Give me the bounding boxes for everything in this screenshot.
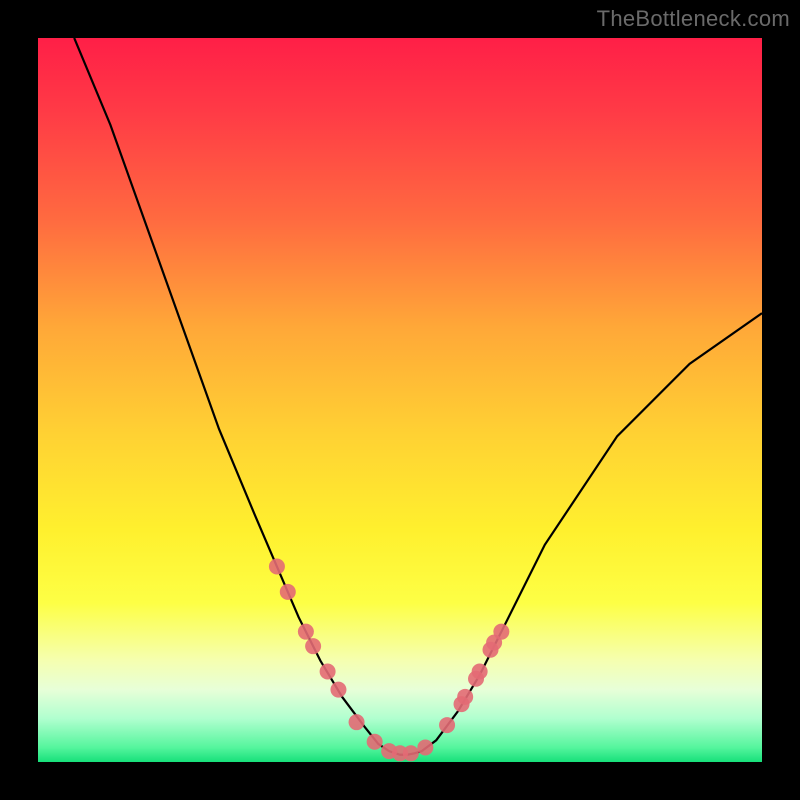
marker-group (269, 559, 509, 762)
marker-point (320, 664, 336, 680)
chart-plot-area (38, 38, 762, 762)
marker-point (457, 689, 473, 705)
watermark-text: TheBottleneck.com (597, 6, 790, 32)
marker-point (298, 624, 314, 640)
bottleneck-curve (74, 38, 762, 755)
marker-point (269, 559, 285, 575)
marker-point (305, 638, 321, 654)
marker-point (493, 624, 509, 640)
marker-point (403, 745, 419, 761)
marker-point (367, 734, 383, 750)
marker-point (280, 584, 296, 600)
marker-point (349, 714, 365, 730)
marker-point (472, 664, 488, 680)
marker-point (330, 682, 346, 698)
marker-point (439, 717, 455, 733)
marker-point (417, 740, 433, 756)
chart-svg (38, 38, 762, 762)
chart-frame: TheBottleneck.com (0, 0, 800, 800)
